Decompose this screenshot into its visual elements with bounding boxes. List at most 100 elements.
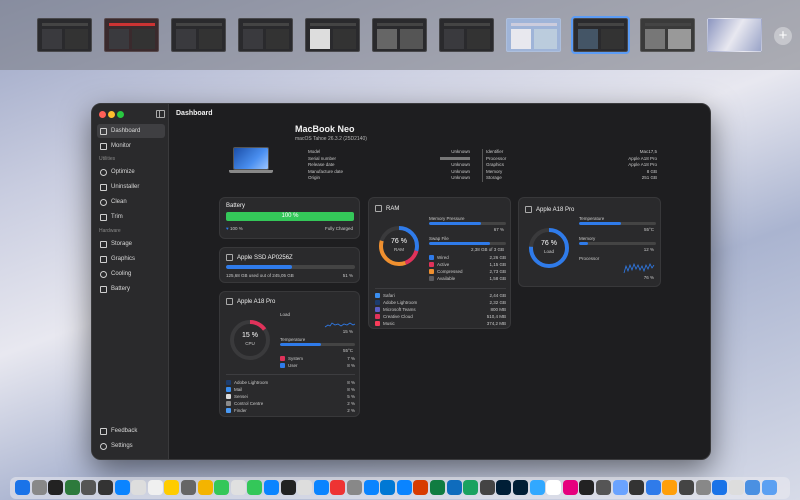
dock-app-icon[interactable] xyxy=(15,480,30,495)
space-thumbnail-current[interactable] xyxy=(571,16,630,54)
dock-app-icon[interactable] xyxy=(396,480,412,495)
dock-app-icon[interactable] xyxy=(762,480,777,495)
sidebar-item-uninstaller[interactable]: Uninstaller xyxy=(97,180,165,194)
dock-app-icon[interactable] xyxy=(463,480,479,495)
dock-app-icon[interactable] xyxy=(98,480,113,495)
dock-app-icon[interactable] xyxy=(147,480,163,495)
spec-labels-right: Identifier Processor Graphics Memory Sto… xyxy=(486,149,506,182)
dock-app-icon[interactable] xyxy=(197,480,213,495)
sidebar-item-label: Trim xyxy=(111,214,123,220)
process-value: 2 % xyxy=(347,408,355,413)
space-thumbnail[interactable] xyxy=(238,18,293,52)
app-value: 374,2 MB xyxy=(486,321,506,326)
sidebar-item-battery[interactable]: Battery xyxy=(97,282,165,296)
dock-app-icon[interactable] xyxy=(612,480,628,495)
dock-app-icon[interactable] xyxy=(330,480,346,495)
close-window-button[interactable] xyxy=(99,111,106,118)
device-name: MacBook Neo xyxy=(295,124,355,134)
sidebar-toggle-icon[interactable] xyxy=(156,110,165,118)
dock-app-icon[interactable] xyxy=(363,480,379,495)
sidebar-item-cooling[interactable]: Cooling xyxy=(97,267,165,281)
space-thumbnail[interactable] xyxy=(640,18,695,52)
dock-app-icon[interactable] xyxy=(280,480,296,495)
dock-app-icon[interactable] xyxy=(81,480,97,495)
dock-app-icon[interactable] xyxy=(181,480,196,495)
space-thumbnail[interactable] xyxy=(104,18,159,52)
sidebar-item-settings[interactable]: Settings xyxy=(97,439,165,453)
sidebar-item-label: Dashboard xyxy=(111,128,141,134)
dock-app-icon[interactable] xyxy=(695,480,711,495)
ssd-used-text: 125,68 GB used out of 245,05 GB xyxy=(226,273,294,278)
dock-app-icon[interactable] xyxy=(247,480,263,495)
dock-app-icon[interactable] xyxy=(479,480,495,495)
sidebar-item-label: Monitor xyxy=(111,143,132,149)
space-thumbnail[interactable] xyxy=(305,18,360,52)
dock-app-icon[interactable] xyxy=(413,480,429,495)
dock-app-icon[interactable] xyxy=(662,480,678,495)
ssd-card[interactable]: Apple SSD AP0256Z 125,68 GB used out of … xyxy=(219,247,360,283)
dock-app-icon[interactable] xyxy=(513,480,528,495)
dock-app-icon[interactable] xyxy=(496,480,512,495)
add-space-icon[interactable]: + xyxy=(774,27,792,45)
dock-app-icon[interactable] xyxy=(31,480,47,495)
dock-app-icon[interactable] xyxy=(297,480,313,495)
sidebar-item-label: Battery xyxy=(111,286,131,292)
cpu-card[interactable]: Apple A18 Pro 15 % CPU Load 15 % Tempera… xyxy=(219,291,360,417)
dock-app-icon[interactable] xyxy=(629,480,645,495)
card-title: Apple A18 Pro xyxy=(525,206,574,213)
spec-label: Storage xyxy=(486,175,502,180)
cpu-ring xyxy=(230,320,270,360)
dock-app-icon[interactable] xyxy=(347,480,362,495)
space-thumbnail[interactable] xyxy=(506,18,561,52)
space-thumbnail[interactable] xyxy=(372,18,427,52)
dock-app-icon[interactable] xyxy=(596,480,611,495)
sidebar-item-graphics[interactable]: Graphics xyxy=(97,252,165,266)
dock-app-icon[interactable] xyxy=(529,480,545,495)
process-name: Control Centre xyxy=(234,401,264,406)
battery-icon xyxy=(100,285,107,293)
sidebar-item-optimize[interactable]: Optimize xyxy=(97,165,165,179)
dock-app-icon[interactable] xyxy=(114,480,130,495)
dock-app-icon[interactable] xyxy=(546,480,562,495)
space-thumbnail[interactable] xyxy=(37,18,92,52)
gpu-card[interactable]: Apple A18 Pro 76 % Load Temperature 55°C… xyxy=(518,197,661,287)
dock-app-icon[interactable] xyxy=(214,480,230,495)
dock-app-icon[interactable] xyxy=(579,480,595,495)
sidebar-item-clean[interactable]: Clean xyxy=(97,195,165,209)
dock-app-icon[interactable] xyxy=(131,480,147,495)
space-thumbnail[interactable] xyxy=(171,18,226,52)
app-memory-row: Music 374,2 MB xyxy=(375,321,506,327)
dock-app-icon[interactable] xyxy=(164,480,180,495)
dock-app-icon[interactable] xyxy=(679,480,694,495)
app-name: Music xyxy=(383,321,395,326)
sidebar-item-storage[interactable]: Storage xyxy=(97,237,165,251)
sidebar-item-feedback[interactable]: Feedback xyxy=(97,424,165,438)
gpu-memory-label: Memory xyxy=(579,236,596,241)
dock-app-icon[interactable] xyxy=(48,480,64,495)
sidebar-item-trim[interactable]: Trim xyxy=(97,210,165,224)
dock-app-icon[interactable] xyxy=(230,480,246,495)
sidebar-item-dashboard[interactable]: Dashboard xyxy=(97,124,165,138)
rocket-icon xyxy=(100,168,107,176)
ssd-usage-bar xyxy=(226,265,355,269)
dock-app-icon[interactable] xyxy=(712,480,728,495)
battery-card[interactable]: Battery 100 % ♥ 100 % Fully Charged xyxy=(219,197,360,239)
dock-app-icon[interactable] xyxy=(446,480,462,495)
sidebar-item-monitor[interactable]: Monitor xyxy=(97,139,165,153)
dock-app-icon[interactable] xyxy=(430,480,445,495)
dock-app-icon[interactable] xyxy=(313,480,329,495)
zoom-window-button[interactable] xyxy=(117,111,124,118)
dock-app-icon[interactable] xyxy=(645,480,661,495)
dock-app-icon[interactable] xyxy=(745,480,761,495)
process-name: Finder xyxy=(234,408,247,413)
ram-card[interactable]: RAM 76 % RAM Memory Pressure 67 % Swap F… xyxy=(368,197,511,329)
dock-app-icon[interactable] xyxy=(64,480,80,495)
space-thumbnail[interactable] xyxy=(439,18,494,52)
dock-app-icon[interactable] xyxy=(562,480,578,495)
app-value: 800 MB xyxy=(490,307,506,312)
minimize-window-button[interactable] xyxy=(108,111,115,118)
dock-app-icon[interactable] xyxy=(728,480,744,495)
dock-app-icon[interactable] xyxy=(380,480,396,495)
space-thumbnail[interactable] xyxy=(707,18,762,52)
dock-app-icon[interactable] xyxy=(264,480,279,495)
